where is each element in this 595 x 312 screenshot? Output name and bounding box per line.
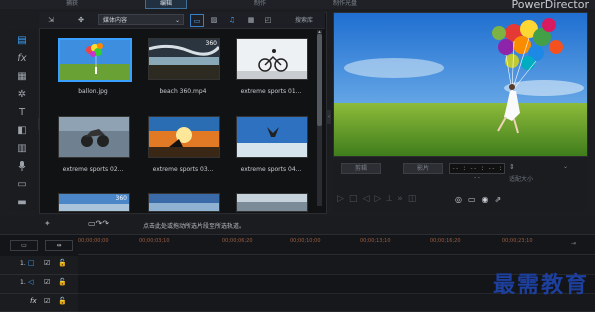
import-icon[interactable]: ⇲ [45, 14, 57, 25]
image-filter-icon[interactable]: ▨ [208, 14, 220, 25]
360-badge: 360 [115, 195, 127, 202]
snapshot-icon[interactable]: ◫ [408, 194, 422, 204]
track-enable-checkbox[interactable]: ☑ [44, 259, 50, 267]
media-thumb-beach[interactable]: 360 [148, 38, 220, 80]
app-brand: PowerDirector [511, 0, 589, 11]
clip-mode-button[interactable]: 剪辑 [341, 163, 381, 174]
track-enable-checkbox[interactable]: ☑ [44, 278, 50, 286]
tab-edit[interactable]: 编辑 [145, 0, 188, 9]
ruler-tick: 00;00;10;00 [290, 238, 321, 244]
track-enable-checkbox[interactable]: ☑ [44, 297, 50, 305]
timeline-ruler[interactable]: 00;00;00;00 00;00;03;10 00;00;06;20 00;0… [78, 236, 595, 255]
audio-filter-icon[interactable]: ♫ [226, 14, 238, 25]
ruler-tick: 00;00;16;20 [430, 238, 461, 244]
tab-capture[interactable]: 捕获 [66, 0, 78, 8]
video-track-icon: □ [28, 259, 35, 267]
track-label: 1. [20, 279, 26, 286]
chevron-down-icon: ⌄ [174, 17, 180, 24]
thumbnail-size-icon[interactable]: ◰ [262, 14, 274, 25]
ruler-tick: 00;00;03;10 [139, 238, 170, 244]
media-thumb-sky-360[interactable]: 360 [58, 193, 130, 212]
room-toolbar: ▤ fx ▦ ✲ T ◧ ▥ ▭ ▬ [9, 30, 37, 210]
media-thumb-extreme-04[interactable] [236, 116, 308, 158]
media-filter-dropdown[interactable]: 媒体内容 ⌄ [98, 14, 184, 25]
360-badge: 360 [205, 40, 217, 47]
fx-icon[interactable]: fx [12, 50, 32, 66]
track-label: 1. [20, 260, 26, 267]
transport-buttons[interactable]: ▷□◁▷⟂»◫ [337, 194, 421, 204]
timeline-toolbar: ✦ ▭↷↷ 点击此处或拖动所选片段至所选轨道。 [0, 216, 595, 235]
tab-produce[interactable]: 制作 [254, 0, 266, 8]
timecode-display: -- : -- : -- : -- [449, 163, 505, 181]
display-icon[interactable]: ▭ [468, 195, 482, 204]
media-thumb-ballon[interactable] [58, 38, 132, 82]
audio-track-header: 1. ◁ ☑ 🔓 [0, 275, 78, 294]
media-name: extreme sports 01... [240, 88, 302, 95]
fit-size-dropdown[interactable]: 适配大小 [509, 174, 555, 183]
ruler-scroll-icon[interactable]: ⇥ [571, 240, 576, 247]
particle-icon[interactable]: ✲ [12, 86, 32, 102]
search-library-input[interactable]: 搜索库 [287, 14, 321, 25]
audio-track-icon: ◁ [28, 278, 34, 286]
ruler-tick: 00;00;23;10 [502, 238, 533, 244]
chevron-down-icon[interactable]: ⌄ [563, 163, 571, 172]
fast-forward-icon[interactable]: » [397, 194, 408, 204]
pip-icon[interactable]: ▦ [12, 68, 32, 84]
storyboard-view-button[interactable]: ▭ [10, 240, 38, 251]
fx-track-icon: fx [30, 297, 37, 305]
fx-track-header: fx ☑ 🔓 [0, 294, 78, 312]
play-icon[interactable]: ▷ [337, 194, 349, 204]
top-tab-bar: 捕获 编辑 制作 制作光盘 PowerDirector [0, 0, 595, 11]
scrollbar-thumb[interactable] [317, 34, 322, 126]
media-thumb-sky-2[interactable] [148, 193, 220, 212]
volume-icon[interactable]: ◉ [482, 195, 495, 204]
audio-mix-icon[interactable]: ▥ [12, 140, 32, 156]
subtitle-icon[interactable]: ▬ [12, 194, 32, 210]
lock-icon[interactable]: 🔓 [58, 297, 67, 305]
video-track-header: 1. □ ☑ 🔓 [0, 256, 78, 275]
transition-icon[interactable]: ◧ [12, 122, 32, 138]
library-toolbar: ⇲ ✤ 媒体内容 ⌄ ▭ ▨ ♫ ▦ ◰ 搜索库 [39, 12, 325, 29]
title-icon[interactable]: T [12, 104, 32, 120]
lock-icon[interactable]: 🔓 [58, 259, 67, 267]
split-tools-icon[interactable]: ▭↷↷ [88, 219, 128, 231]
view-buttons[interactable]: ◎▭◉⇗ [455, 195, 507, 204]
watermark: 最需教育 [492, 272, 589, 298]
scroll-up-icon[interactable]: ▴ [317, 30, 322, 35]
ruler-tick: 00;00;06;20 [222, 238, 253, 244]
media-thumb-extreme-01[interactable] [236, 38, 308, 80]
splitter-handle[interactable]: ‹ [327, 110, 331, 124]
tab-create-disc[interactable]: 制作光盘 [333, 0, 357, 8]
split-icon[interactable]: ⟂ [386, 194, 397, 204]
lock-icon[interactable]: 🔓 [58, 278, 67, 286]
video-filter-icon[interactable]: ▭ [190, 14, 204, 27]
magic-tools-icon[interactable]: ✦ [44, 219, 56, 231]
fit-timeline-button[interactable]: ⇹ [45, 240, 73, 251]
chapter-icon[interactable]: ▭ [12, 176, 32, 192]
stop-icon[interactable]: □ [349, 194, 363, 204]
media-thumb-extreme-02[interactable] [58, 116, 130, 158]
media-thumb-sky-3[interactable] [236, 193, 308, 212]
plugin-icon[interactable]: ✤ [75, 14, 87, 25]
timeline-hint: 点击此处或拖动所选片段至所选轨道。 [143, 223, 246, 230]
popout-icon[interactable]: ⇗ [495, 195, 508, 204]
media-name: extreme sports 03... [152, 166, 214, 173]
next-frame-icon[interactable]: ▷ [374, 194, 386, 204]
media-name: extreme sports 02... [62, 166, 124, 173]
media-room-icon[interactable]: ▤ [12, 32, 32, 48]
voice-icon[interactable] [12, 158, 32, 174]
timecode-stepper-icon[interactable]: ⇕ [509, 163, 521, 172]
movie-mode-button[interactable]: 影片 [403, 163, 443, 174]
prev-frame-icon[interactable]: ◁ [362, 194, 374, 204]
grid-view-icon[interactable]: ▦ [245, 14, 257, 25]
camera-icon[interactable]: ◎ [455, 195, 468, 204]
preview-window [333, 12, 588, 157]
media-name: extreme sports 04... [240, 166, 302, 173]
media-name: ballon.jpg [78, 88, 108, 95]
ruler-tick: 00;00;13;10 [360, 238, 391, 244]
media-name: beach 360.mp4 [159, 88, 207, 95]
playback-controls: 剪辑 影片 -- : -- : -- : -- ⇕ 适配大小 ⌄ ▷□◁▷⟂»◫… [333, 160, 586, 212]
ruler-tick: 00;00;00;00 [78, 238, 109, 244]
media-thumb-extreme-03[interactable] [148, 116, 220, 158]
